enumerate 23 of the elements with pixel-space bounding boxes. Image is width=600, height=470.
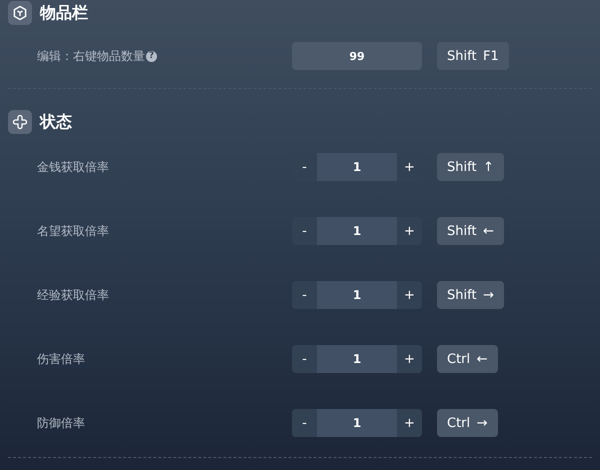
setting-label: 编辑：右键物品数量 xyxy=(37,48,145,64)
cube-icon xyxy=(8,1,32,25)
number-field[interactable]: 1 xyxy=(317,217,397,245)
hotkey-button[interactable]: Shift ← xyxy=(437,217,504,245)
hotkey-button[interactable]: Shift ↑ xyxy=(437,153,504,181)
setting-label: 防御倍率 xyxy=(37,414,85,432)
number-field[interactable]: 1 xyxy=(317,409,397,437)
number-field[interactable]: 1 xyxy=(317,281,397,309)
setting-label: 伤害倍率 xyxy=(37,350,85,368)
section-title: 物品栏 xyxy=(40,2,88,24)
setting-label: 金钱获取倍率 xyxy=(37,158,109,176)
help-icon[interactable]: ? xyxy=(146,50,157,62)
hotkey-button[interactable]: Ctrl → xyxy=(437,409,498,437)
number-field[interactable]: 1 xyxy=(317,345,397,373)
input-field[interactable]: 99 xyxy=(292,42,422,70)
setting-label: 经验获取倍率 xyxy=(37,286,109,304)
setting-label: 名望获取倍率 xyxy=(37,222,109,240)
clover-icon xyxy=(8,110,32,134)
number-field[interactable]: 1 xyxy=(317,153,397,181)
hotkey-button[interactable]: Shift F1 xyxy=(437,42,509,70)
hotkey-button[interactable]: Shift → xyxy=(437,281,504,309)
hotkey-button[interactable]: Ctrl ← xyxy=(437,345,498,373)
section-title: 状态 xyxy=(40,112,72,132)
